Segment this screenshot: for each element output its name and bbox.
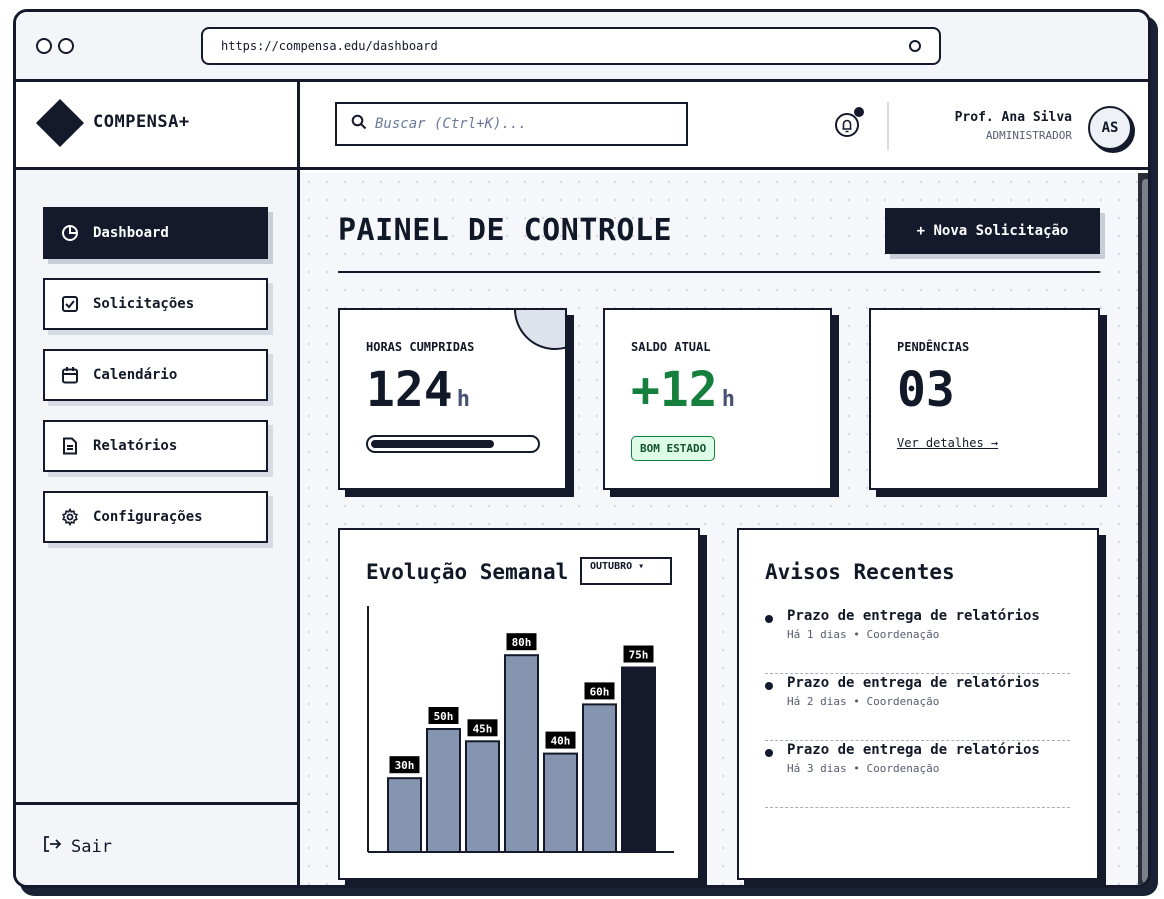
search-input[interactable] (375, 116, 675, 132)
hours-progress-bar (366, 435, 540, 453)
sidebar-item-relatorios[interactable]: Relatórios (43, 420, 268, 472)
title-divider (338, 271, 1100, 273)
sidebar-item-calendario[interactable]: Calendário (43, 349, 268, 401)
logout-label: Sair (71, 836, 112, 857)
balance-unit: h (721, 387, 735, 412)
notice-meta: Há 2 dias • Coordenação (787, 695, 940, 708)
notice-item[interactable]: Prazo de entrega de relatórios Há 1 dias… (765, 608, 1070, 674)
notice-item[interactable]: Prazo de entrega de relatórios Há 2 dias… (765, 675, 1070, 741)
bullet-icon (765, 682, 773, 690)
scrollbar-thumb[interactable] (1142, 179, 1148, 883)
view-details-link[interactable]: Ver detalhes → (897, 436, 998, 450)
sidebar-item-solicitacoes[interactable]: Solicitações (43, 278, 268, 330)
bullet-icon (765, 749, 773, 757)
hours-unit: h (456, 387, 470, 412)
logout-button[interactable]: Sair (43, 835, 112, 858)
sidebar-item-label: Dashboard (93, 225, 169, 241)
hours-number: 124 (366, 362, 453, 418)
search-icon (351, 114, 367, 134)
data-label: 40h (551, 735, 571, 748)
data-label: 30h (395, 759, 415, 772)
data-label: 75h (629, 649, 649, 662)
address-bar[interactable]: https://compensa.edu/dashboard (201, 27, 941, 65)
pie-chart-icon (61, 224, 79, 242)
sidebar-item-label: Relatórios (93, 438, 178, 454)
logout-area: Sair (16, 802, 297, 885)
window-control-minimize[interactable] (58, 38, 74, 54)
brand-logo-icon (35, 98, 85, 148)
notice-title: Prazo de entrega de relatórios (787, 608, 1040, 624)
hours-card: HORAS CUMPRIDAS 124 h (338, 308, 567, 490)
bell-icon (834, 113, 864, 144)
balance-card: SALDO ATUAL +12 h BOM ESTADO (603, 308, 832, 490)
checkbox-icon (61, 295, 79, 313)
new-request-button[interactable]: + Nova Solicitação (885, 208, 1100, 254)
chart-bar[interactable] (582, 703, 617, 853)
url-text: https://compensa.edu/dashboard (221, 39, 438, 53)
balance-number: +12 (631, 362, 718, 418)
calendar-icon (61, 366, 79, 384)
data-label: 45h (473, 722, 493, 735)
sidebar-item-label: Calendário (93, 367, 178, 383)
avatar[interactable]: AS (1088, 106, 1132, 150)
pending-card: PENDÊNCIAS 03 Ver detalhes → (869, 308, 1100, 490)
sidebar-item-dashboard[interactable]: Dashboard (43, 207, 268, 259)
chart-bar[interactable] (543, 752, 578, 854)
chart-bar[interactable] (387, 777, 422, 853)
chart-bar[interactable] (465, 740, 500, 853)
data-label: 50h (434, 710, 454, 723)
decorative-circle (514, 310, 565, 350)
document-icon (61, 437, 79, 455)
notices-card: Avisos Recentes Prazo de entrega de rela… (737, 528, 1099, 880)
page-title: PAINEL DE CONTROLE (338, 213, 673, 248)
user-role: ADMINISTRADOR (985, 129, 1072, 142)
search-box[interactable] (335, 102, 688, 146)
chart-bar[interactable] (426, 728, 461, 853)
weekly-bar-chart: 30h 50h 45h 80h 40h 60h 75h (367, 606, 674, 854)
chart-bar[interactable] (504, 654, 539, 853)
pending-value: 03 (897, 362, 955, 418)
reload-icon[interactable] (909, 40, 921, 52)
header-divider (887, 102, 889, 150)
hours-label: HORAS CUMPRIDAS (366, 340, 475, 354)
main-content: PAINEL DE CONTROLE + Nova Solicitação HO… (300, 173, 1148, 885)
sidebar: COMPENSA+ Dashboard Solicitações Calendá… (16, 82, 300, 885)
data-label: 80h (512, 636, 532, 649)
bullet-icon (765, 615, 773, 623)
notice-title: Prazo de entrega de relatórios (787, 675, 1040, 691)
balance-value: +12 h (631, 362, 735, 418)
logout-icon (43, 835, 63, 858)
notice-meta: Há 3 dias • Coordenação (787, 762, 940, 775)
data-label: 60h (590, 685, 610, 698)
notice-item[interactable]: Prazo de entrega de relatórios Há 3 dias… (765, 742, 1070, 808)
sidebar-item-label: Configurações (93, 509, 203, 525)
notice-title: Prazo de entrega de relatórios (787, 742, 1040, 758)
hours-value: 124 h (366, 362, 470, 418)
sidebar-item-label: Solicitações (93, 296, 195, 312)
top-header: Prof. Ana Silva ADMINISTRADOR AS (300, 82, 1148, 170)
scrollbar[interactable] (1138, 173, 1148, 885)
notifications-button[interactable] (834, 107, 864, 140)
status-badge: BOM ESTADO (631, 436, 716, 461)
balance-label: SALDO ATUAL (631, 340, 711, 354)
user-name: Prof. Ana Silva (954, 110, 1072, 125)
sidebar-item-configuracoes[interactable]: Configurações (43, 491, 268, 543)
weekly-chart-card: Evolução Semanal OUTUBRO ▾ 30h 50h 45h 80h 4… (338, 528, 700, 880)
window-control-close[interactable] (36, 38, 52, 54)
pending-label: PENDÊNCIAS (897, 340, 970, 354)
brand-name: COMPENSA+ (93, 112, 190, 132)
gear-icon (61, 508, 79, 526)
notification-badge (854, 107, 864, 117)
notices-title: Avisos Recentes (765, 560, 955, 584)
browser-toolbar: https://compensa.edu/dashboard (16, 12, 1148, 82)
hours-progress-fill (371, 440, 494, 448)
notice-meta: Há 1 dias • Coordenação (787, 628, 940, 641)
browser-window: https://compensa.edu/dashboard COMPENSA+… (13, 9, 1151, 888)
brand[interactable]: COMPENSA+ (16, 82, 297, 170)
chart-bar[interactable] (621, 666, 656, 853)
